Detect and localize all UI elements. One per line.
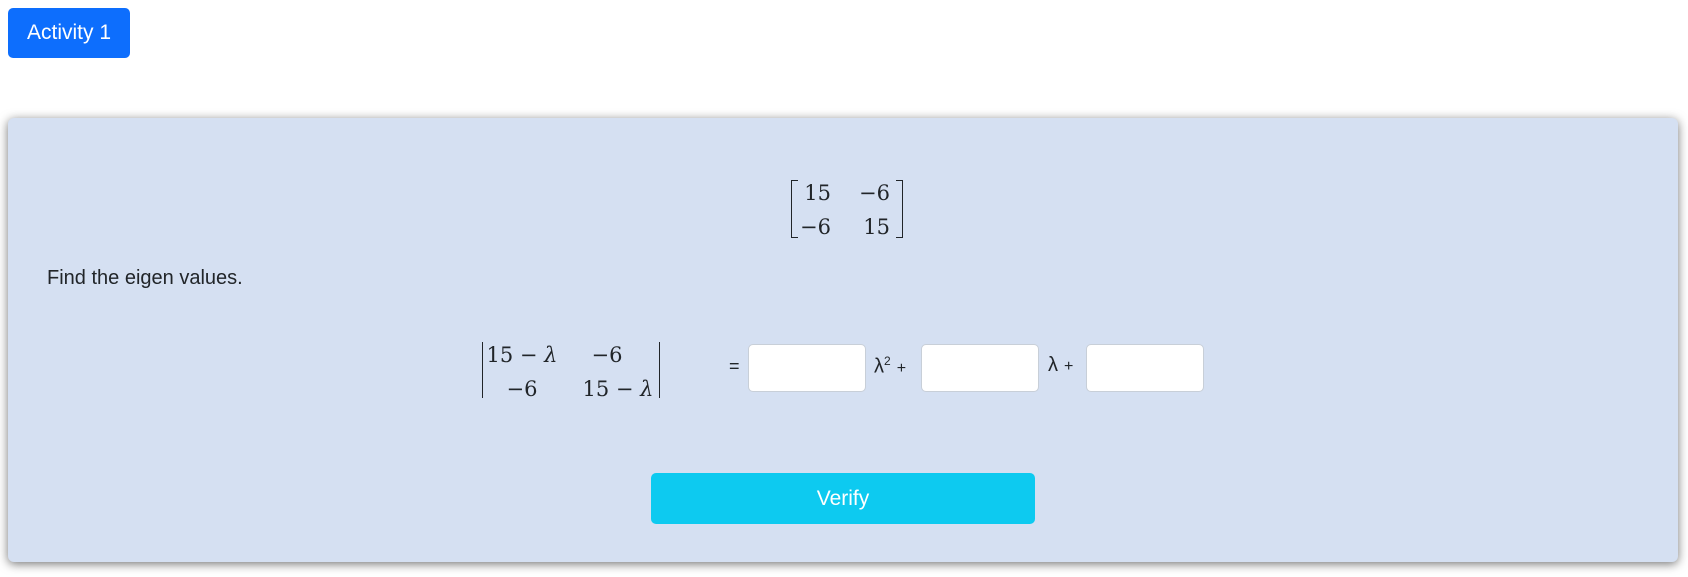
matrix-cell: 15 (804, 181, 831, 205)
activity-button[interactable]: Activity 1 (8, 8, 130, 58)
determinant-cell: 15 − λ (582, 377, 654, 401)
matrix-cell: −6 (800, 215, 831, 239)
matrix-cell: 15 (863, 215, 890, 239)
lambda-symbol: λ (640, 377, 654, 401)
determinant-cell: 15 − λ (486, 343, 558, 367)
determinant-display: 15 − λ −6 −6 15 − λ (482, 340, 660, 401)
lambda-coefficient-input[interactable] (921, 344, 1039, 392)
constant-coefficient-input[interactable] (1086, 344, 1204, 392)
determinant-right-bar (659, 342, 660, 398)
matrix-display: 15 −6 −6 15 (791, 178, 903, 239)
lambda-symbol: λ (544, 343, 558, 367)
matrix-cell: −6 (859, 181, 890, 205)
equals-sign: = (729, 356, 740, 376)
lambda-symbol: λ (1048, 354, 1058, 376)
lambda-squared-coefficient-input[interactable] (748, 344, 866, 392)
plus-sign: + (1064, 358, 1074, 375)
lambda-term: λ + (1048, 354, 1073, 377)
matrix-right-bracket (896, 180, 903, 238)
determinant-left-bar (482, 342, 483, 398)
plus-sign: + (896, 359, 907, 377)
determinant-cell: −6 (591, 343, 623, 367)
activity-panel: 15 −6 −6 15 Find the eigen values. 15 − … (8, 118, 1678, 562)
lambda-symbol: λ (874, 355, 884, 378)
question-prompt: Find the eigen values. (47, 267, 243, 289)
exponent: 2 (884, 354, 891, 368)
verify-button[interactable]: Verify (651, 473, 1035, 524)
determinant-cell: −6 (506, 377, 538, 401)
lambda-squared-term: λ2 + (874, 354, 906, 379)
